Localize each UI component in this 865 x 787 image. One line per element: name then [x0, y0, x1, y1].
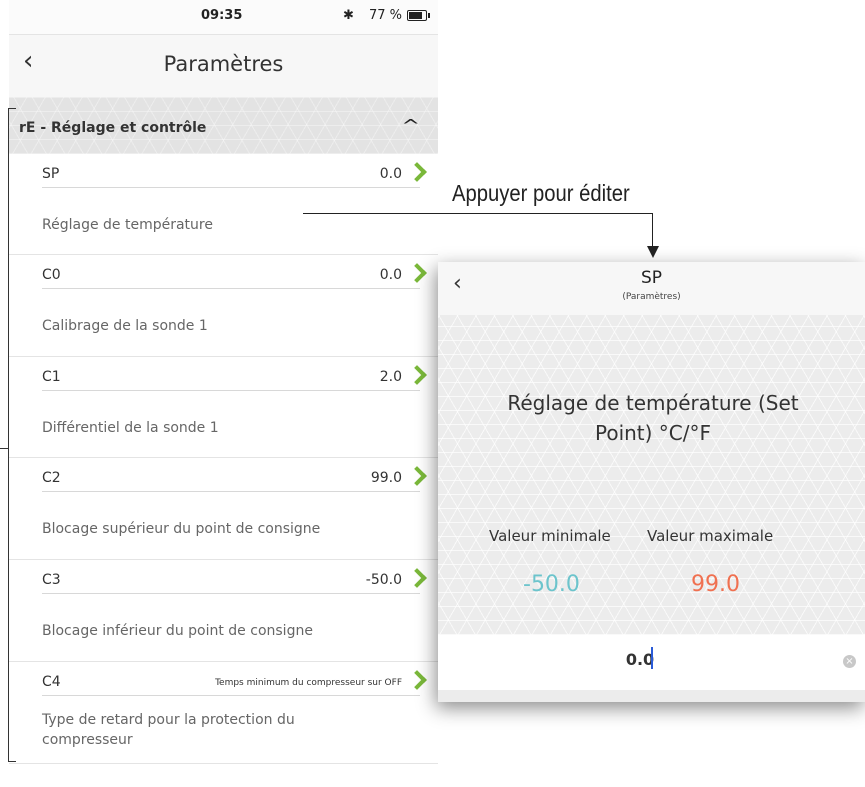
detail-footer	[438, 690, 865, 702]
param-row-c0[interactable]: C0 0.0 Calibrage de la sonde 1	[9, 255, 438, 357]
row-separator	[9, 763, 438, 764]
parameter-description: Réglage de température (Set Point) °C/°F	[507, 391, 799, 445]
parameter-list: SP 0.0 Réglage de température C0 0.0 Cal…	[9, 154, 438, 764]
param-divider	[42, 491, 420, 492]
section-title: rE - Réglage et contrôle	[19, 120, 207, 136]
bracket-tick	[0, 448, 9, 449]
param-description: Calibrage de la sonde 1	[42, 318, 208, 334]
param-value: 2.0	[379, 369, 402, 385]
chevron-right-icon[interactable]	[407, 670, 427, 690]
param-row-c1[interactable]: C1 2.0 Différentiel de la sonde 1	[9, 357, 438, 458]
max-value-label: Valeur maximale	[647, 527, 774, 545]
arrow-line	[652, 213, 653, 247]
param-code: C4	[42, 674, 61, 690]
param-divider	[42, 390, 420, 391]
min-value-label: Valeur minimale	[489, 527, 611, 545]
chevron-right-icon[interactable]	[407, 263, 427, 283]
param-value: Temps minimum du compresseur sur OFF	[215, 678, 402, 688]
param-value: 0.0	[379, 267, 402, 283]
param-divider	[42, 695, 420, 696]
param-code: C2	[42, 470, 61, 486]
detail-body	[438, 315, 865, 635]
param-description: Type de retard pour la protection du com…	[42, 712, 295, 748]
annotation-label: Appuyer pour éditer	[452, 180, 630, 206]
param-description: Différentiel de la sonde 1	[42, 420, 219, 436]
battery-fill	[409, 12, 422, 19]
battery-percentage: 77 %	[369, 8, 403, 23]
bracket-bottom	[8, 761, 16, 762]
param-divider	[42, 288, 420, 289]
param-value: 0.0	[379, 166, 402, 182]
chevron-right-icon[interactable]	[407, 365, 427, 385]
param-description: Réglage de température	[42, 217, 213, 233]
chevron-right-icon[interactable]	[407, 466, 427, 486]
param-row-c2[interactable]: C2 99.0 Blocage supérieur du point de co…	[9, 458, 438, 560]
arrow-line	[303, 213, 653, 214]
parameters-screen: 09:35 ✱ 77 % ‹ Paramètres rE - Réglage e…	[9, 0, 438, 787]
chevron-right-icon[interactable]	[407, 162, 427, 182]
param-code: C3	[42, 572, 61, 588]
param-description: Blocage inférieur du point de consigne	[42, 623, 313, 639]
param-description: Blocage supérieur du point de consigne	[42, 521, 321, 537]
detail-title: SP	[640, 268, 663, 288]
param-divider	[42, 593, 420, 594]
parameter-detail-screen: ‹ SP (Paramètres) Réglage de température…	[438, 262, 865, 702]
battery-tip	[428, 13, 430, 18]
chevron-right-icon[interactable]	[407, 568, 427, 588]
max-value: 99.0	[691, 572, 740, 597]
page-title: Paramètres	[163, 52, 284, 76]
value-input-row: ×	[438, 635, 865, 690]
value-input[interactable]	[438, 649, 842, 670]
arrow-head-icon	[647, 246, 659, 258]
param-value: 99.0	[370, 470, 402, 486]
param-row-c3[interactable]: C3 -50.0 Blocage inférieur du point de c…	[9, 560, 438, 662]
param-row-c4[interactable]: C4 Temps minimum du compresseur sur OFF …	[9, 662, 438, 764]
param-code: C1	[42, 369, 61, 385]
status-time: 09:35	[201, 8, 243, 23]
bracket-line	[8, 108, 9, 762]
bluetooth-icon: ✱	[343, 8, 354, 23]
detail-subtitle: (Paramètres)	[622, 292, 681, 302]
param-code: C0	[42, 267, 61, 283]
clear-icon[interactable]: ×	[843, 655, 856, 668]
param-row-sp[interactable]: SP 0.0 Réglage de température	[9, 154, 438, 255]
min-value: -50.0	[523, 572, 580, 597]
param-code: SP	[42, 166, 60, 182]
param-divider	[42, 187, 420, 188]
param-value: -50.0	[365, 572, 402, 588]
text-caret	[651, 647, 653, 669]
bracket-top	[8, 108, 16, 109]
chevron-up-icon[interactable]: ^	[401, 116, 420, 135]
